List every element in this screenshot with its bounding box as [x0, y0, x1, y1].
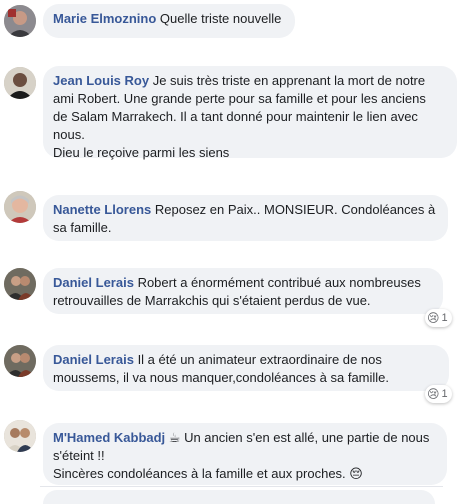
avatar[interactable] [4, 345, 36, 377]
avatar[interactable] [4, 268, 36, 300]
coffee-icon: ☕ [168, 430, 181, 445]
sad-reaction-icon: 😢 [427, 387, 440, 401]
reaction-badge[interactable]: 😢 1 [425, 309, 452, 327]
comment-text: Un ancien s'en est allé, une partie de n… [184, 430, 430, 445]
comment-bubble: M'Hamed Kabbadj ☕ Un ancien s'en est all… [43, 423, 447, 485]
comment-text: Sincères condoléances à la famille et au… [53, 466, 346, 481]
comment-text: Robert a énormément contribué aux nombre… [137, 275, 421, 290]
comment-author[interactable]: Daniel Lerais [53, 352, 134, 367]
comment-text: s'éteint !! [53, 448, 105, 463]
reaction-count: 1 [441, 312, 448, 324]
comment-text: Quelle triste nouvelle [159, 11, 282, 26]
comment-bubble: Daniel Lerais Il a été un animateur extr… [43, 345, 449, 391]
comment-bubble: Marie Elmoznino Quelle triste nouvelle [43, 4, 295, 38]
avatar[interactable] [4, 420, 36, 452]
comment-author[interactable]: Nanette Llorens [53, 202, 151, 217]
comment-author[interactable]: Jean Louis Roy [53, 73, 149, 88]
comment-text: Dieu le reçoive parmi les siens [53, 145, 230, 160]
avatar[interactable] [4, 67, 36, 99]
comment-author[interactable]: M'Hamed Kabbadj [53, 430, 165, 445]
comment-text: de Salam Marrakech. Il a tant donné pour… [53, 109, 418, 124]
pensive-face-icon: 😔 [349, 466, 363, 481]
avatar[interactable] [4, 191, 36, 223]
divider [40, 486, 443, 487]
comment-text: retrouvailles de Marrakchis qui s'étaien… [53, 293, 371, 308]
comment-author[interactable]: Marie Elmoznino [53, 11, 156, 26]
comment-text: nous. [53, 127, 85, 142]
comment-text: sa famille. [53, 220, 112, 235]
sad-reaction-icon: 😢 [427, 311, 440, 325]
reaction-badge[interactable]: 😢 1 [425, 385, 452, 403]
comment-text: Reposez en Paix.. MONSIEUR. Condoléances… [154, 202, 436, 217]
comment-text: Je suis très triste en apprenant la mort… [152, 73, 426, 88]
comment-text: moussems, il va nous manquer,condoléance… [53, 370, 390, 385]
comment-text: Il a été un animateur extraordinaire de … [137, 352, 382, 367]
comment-bubble: Daniel Lerais Robert a énormément contri… [43, 268, 443, 314]
avatar[interactable] [4, 5, 36, 37]
comment-author[interactable]: Daniel Lerais [53, 275, 134, 290]
comment-bubble: Nanette Llorens Reposez en Paix.. MONSIE… [43, 195, 448, 241]
comment-bubble: Jean Louis Roy Je suis très triste en ap… [43, 66, 457, 160]
comment-bubble-partial [43, 490, 435, 504]
comment-text: ami Robert. Une grande perte pour sa fam… [53, 91, 426, 106]
reaction-count: 1 [441, 388, 448, 400]
